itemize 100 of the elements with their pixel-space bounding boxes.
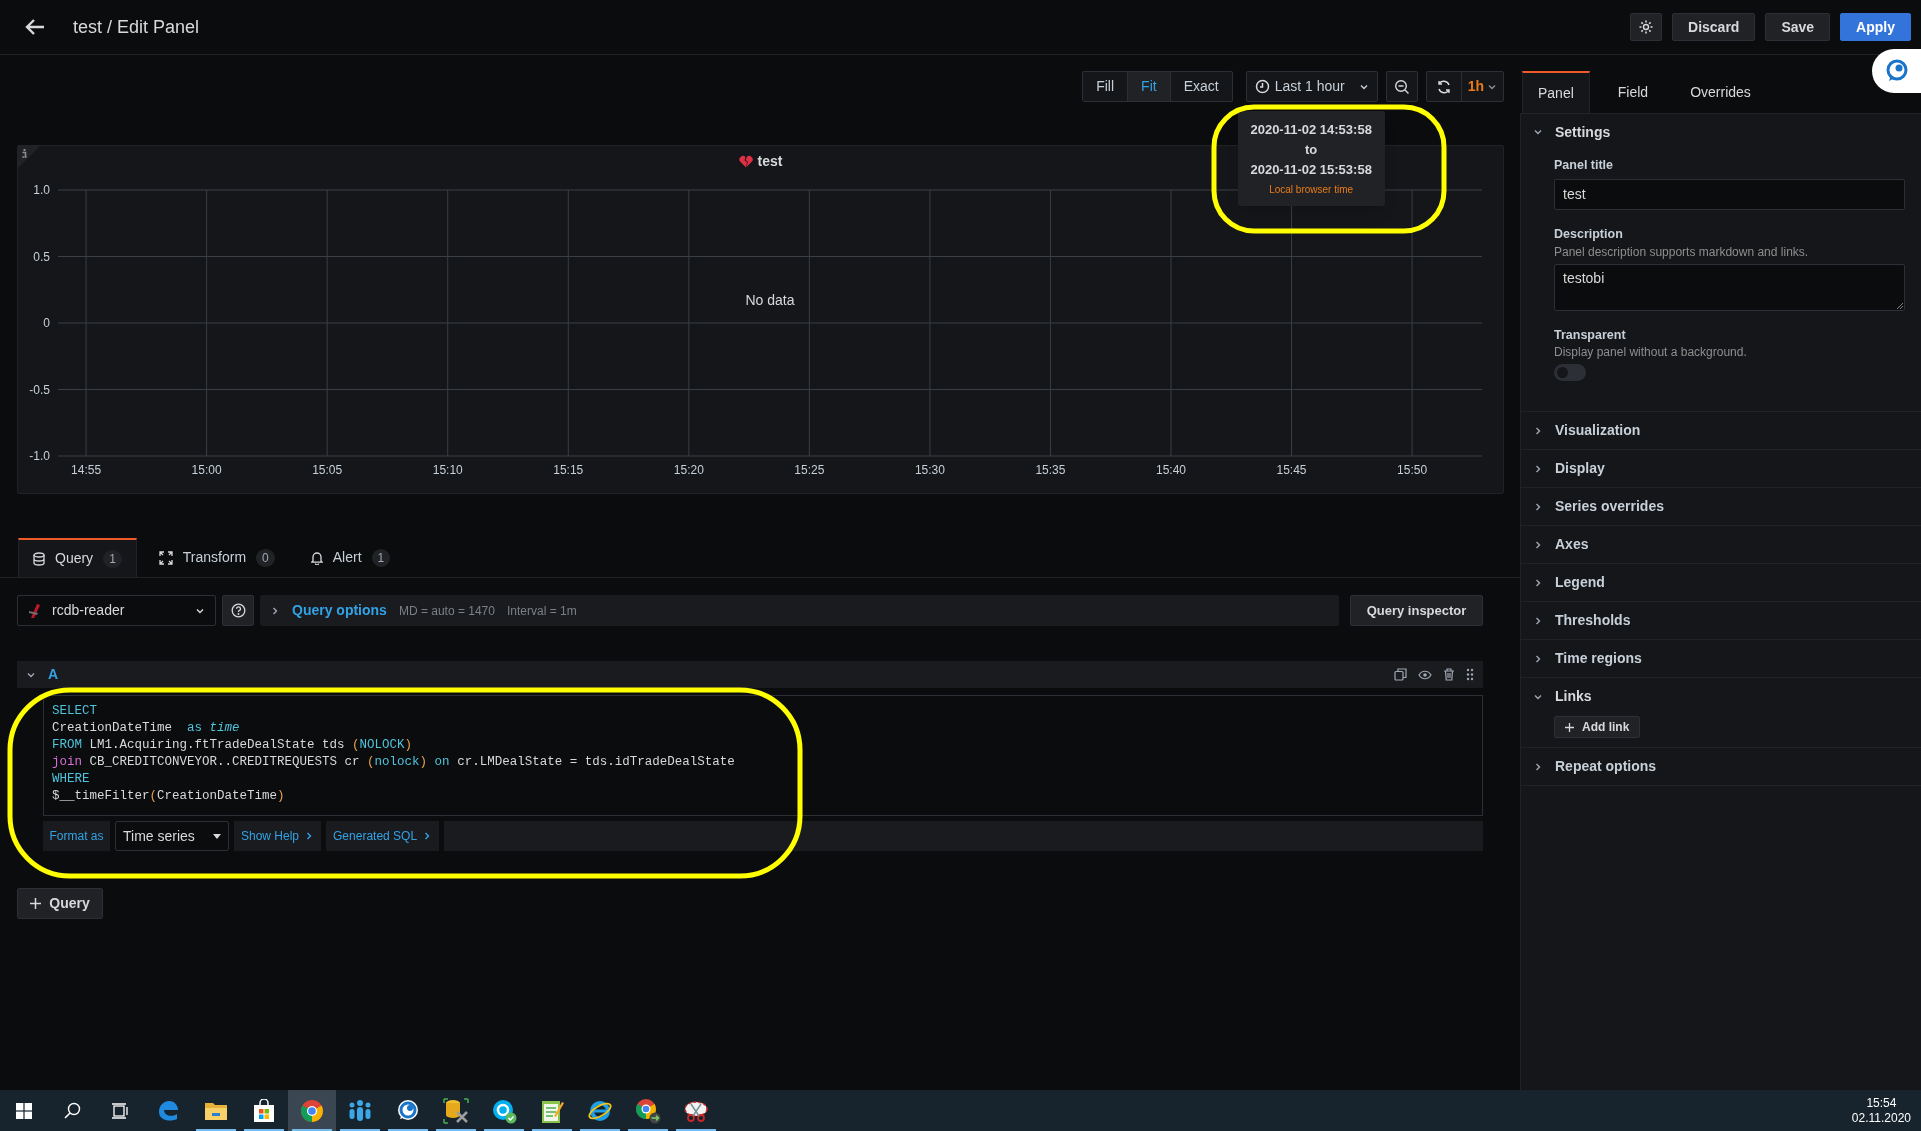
code-line: WHERE	[52, 771, 90, 788]
y-axis-label: 0	[43, 316, 50, 330]
query-options-bar[interactable]: Query options MD = auto = 1470 Interval = 1m	[260, 595, 1339, 626]
x-axis-label: 15:10	[432, 463, 463, 477]
save-button[interactable]: Save	[1765, 13, 1831, 41]
browser-icon	[156, 1098, 180, 1123]
settings-icon	[1638, 19, 1655, 35]
scissors-icon	[683, 1098, 709, 1123]
help-button[interactable]	[222, 595, 254, 626]
taskbar-clock[interactable]: 15:54 02.11.2020	[1851, 1090, 1911, 1131]
add-link-button[interactable]: Add link	[1554, 716, 1641, 739]
query-option-info: Interval = 1m	[507, 602, 577, 620]
plus-icon	[30, 898, 42, 909]
format-label: Format as	[43, 821, 110, 851]
query-tab[interactable]: Query 1	[18, 538, 137, 577]
x-axis-label: 15:30	[914, 463, 945, 477]
search-icon	[63, 1102, 81, 1119]
x-axis-label: 15:20	[673, 463, 704, 477]
display-mode-tab[interactable]: Exact	[1169, 72, 1232, 101]
toggle-switch[interactable]	[1554, 364, 1586, 382]
section-header[interactable]: Display	[1521, 450, 1921, 488]
x-axis-label: 15:40	[1156, 463, 1186, 477]
field-label: Description	[1554, 226, 1623, 241]
code-line: SELECT	[52, 703, 97, 720]
datasource-select[interactable]: rcdb-reader	[17, 595, 216, 626]
count-badge: 1	[371, 548, 391, 567]
resize-handle-icon[interactable]	[1896, 301, 1903, 309]
section-header[interactable]: Series overrides	[1521, 488, 1921, 526]
caret-icon	[213, 833, 221, 839]
clock-date: 02.11.2020	[1851, 1110, 1911, 1126]
editor-link[interactable]: Show Help	[234, 821, 322, 851]
settings-button[interactable]	[1630, 13, 1663, 41]
y-axis-label: 0.5	[33, 249, 50, 264]
tricolor-circle-icon	[635, 1097, 661, 1124]
code-line: FROM LM1.Acquiring.ftTradeDealState tds (NOLOCK)	[52, 737, 413, 754]
panel-title: test	[757, 152, 783, 171]
zoom-out-icon	[1393, 78, 1410, 95]
sql-editor[interactable]	[43, 695, 1483, 816]
display-mode-tab[interactable]: Fill	[1083, 72, 1128, 101]
discard-button[interactable]: Discard	[1672, 13, 1756, 41]
orbit-icon	[587, 1098, 613, 1123]
add-query-button[interactable]: Query	[17, 888, 103, 919]
info-icon	[22, 149, 27, 158]
x-axis-label: 15:50	[1397, 463, 1428, 477]
field-hint: Display panel without a background.	[1554, 345, 1747, 360]
x-axis-label: 14:55	[71, 463, 102, 477]
field-label: Transparent	[1554, 327, 1626, 342]
x-axis-label: 15:45	[1276, 463, 1307, 477]
logo-icon	[28, 602, 42, 619]
task-view-icon	[111, 1102, 129, 1119]
query-options-toggle[interactable]: Query options	[292, 600, 387, 621]
section-header[interactable]: Axes	[1521, 526, 1921, 564]
section-header[interactable]: Visualization	[1521, 412, 1921, 450]
section-header[interactable]: Repeat options	[1521, 748, 1921, 786]
panel-title-input[interactable]: test	[1554, 178, 1905, 210]
section-header[interactable]: Links	[1521, 678, 1921, 716]
copy-icon[interactable]	[1394, 668, 1407, 681]
description-textarea[interactable]: testobi	[1554, 263, 1905, 311]
query-option-info: MD = auto = 1470	[398, 602, 495, 620]
field-label: Panel title	[1554, 158, 1614, 172]
circle-check-icon	[491, 1097, 517, 1124]
options-tab[interactable]: Overrides	[1676, 71, 1765, 113]
clock-time: 15:54	[1866, 1095, 1897, 1111]
options-tab[interactable]: Field	[1603, 71, 1663, 113]
section-header[interactable]: Settings	[1521, 114, 1921, 150]
section-header[interactable]: Time regions	[1521, 640, 1921, 678]
time-range-picker[interactable]: Last 1 hour	[1245, 71, 1378, 102]
editor-link[interactable]: Generated SQL	[326, 821, 440, 851]
clock-icon	[1254, 79, 1270, 94]
zoom-out-button[interactable]	[1385, 71, 1418, 102]
section-header[interactable]: Legend	[1521, 564, 1921, 602]
database-icon	[33, 551, 45, 566]
drag-handle-icon[interactable]	[1466, 668, 1474, 681]
x-axis-label: 15:05	[312, 463, 343, 477]
tooltip-text: 2020-11-02 15:53:58	[1250, 161, 1372, 179]
query-tab[interactable]: Alert 1	[296, 538, 405, 577]
apply-button[interactable]: Apply	[1840, 13, 1911, 41]
chevron-right-icon	[270, 605, 280, 616]
windows-logo-icon	[16, 1102, 32, 1119]
query-tab[interactable]: Transform 0	[144, 538, 289, 577]
section-header[interactable]: Thresholds	[1521, 602, 1921, 640]
query-inspector-button[interactable]: Query inspector	[1350, 595, 1483, 626]
plus-icon	[1565, 722, 1574, 732]
shopping-bag-icon	[252, 1098, 276, 1123]
tricolor-circle-icon	[300, 1098, 324, 1123]
code-line: $__timeFilter(CreationDateTime)	[52, 788, 285, 805]
x-axis-label: 15:35	[1035, 463, 1066, 477]
display-mode-tab[interactable]: Fit	[1127, 72, 1170, 101]
count-badge: 1	[103, 549, 122, 568]
folder-icon	[204, 1100, 228, 1121]
options-tab[interactable]: Panel	[1522, 71, 1590, 113]
y-axis-label: -0.5	[29, 382, 50, 397]
floating-chat-widget[interactable]	[1872, 49, 1921, 93]
database-tools-icon	[443, 1097, 469, 1124]
format-select[interactable]: Time series	[115, 821, 229, 851]
no-data-message: No data	[745, 292, 795, 308]
eye-icon[interactable]	[1418, 669, 1432, 680]
y-axis-label: 1.0	[33, 183, 50, 197]
trash-icon[interactable]	[1443, 668, 1455, 681]
arrow-left-icon	[25, 18, 45, 36]
